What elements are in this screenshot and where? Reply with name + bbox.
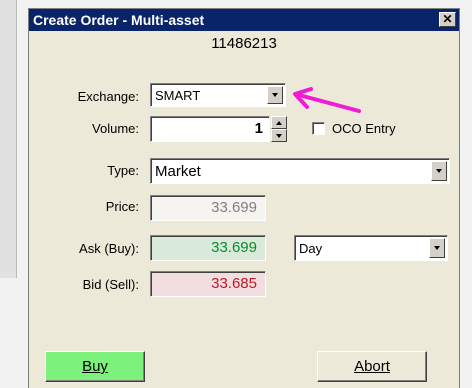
volume-spin-up-button[interactable] bbox=[271, 116, 287, 129]
arrow-annotation-icon bbox=[293, 87, 361, 113]
oco-entry-checkbox[interactable] bbox=[312, 122, 325, 135]
time-in-force-dropdown-button[interactable] bbox=[429, 238, 445, 258]
order-type-select[interactable]: Market bbox=[150, 158, 450, 184]
ask-price-field: 33.699 bbox=[150, 235, 266, 261]
buy-button-label: Buy bbox=[82, 358, 108, 375]
background-panel bbox=[0, 0, 17, 278]
time-in-force-value: Day bbox=[299, 240, 323, 256]
volume-label: Volume: bbox=[92, 121, 139, 136]
close-icon: ✕ bbox=[442, 12, 453, 26]
order-type-dropdown-button[interactable] bbox=[431, 161, 447, 181]
order-id: 11486213 bbox=[211, 35, 277, 52]
close-button[interactable]: ✕ bbox=[439, 12, 456, 27]
buy-button[interactable]: Buy bbox=[45, 351, 145, 382]
spin-down-icon bbox=[276, 133, 282, 138]
type-label: Type: bbox=[107, 163, 139, 178]
chevron-down-icon bbox=[436, 169, 442, 173]
bid-price-field: 33.685 bbox=[150, 271, 266, 297]
spin-up-icon bbox=[276, 120, 282, 125]
exchange-dropdown-button[interactable] bbox=[267, 86, 283, 104]
window-title: Create Order - Multi-asset bbox=[33, 12, 205, 28]
exchange-value: SMART bbox=[155, 87, 201, 103]
order-type-value: Market bbox=[155, 162, 201, 180]
exchange-select[interactable]: SMART bbox=[150, 83, 286, 107]
price-field[interactable]: 33.699 bbox=[150, 195, 266, 221]
chevron-down-icon bbox=[272, 93, 278, 97]
exchange-label: Exchange: bbox=[77, 89, 139, 104]
abort-button[interactable]: Abort bbox=[317, 351, 427, 382]
title-bar: Create Order - Multi-asset ✕ bbox=[29, 9, 459, 31]
oco-entry-label: OCO Entry bbox=[332, 121, 396, 136]
ask-label: Ask (Buy): bbox=[79, 241, 139, 256]
volume-input[interactable]: 1 bbox=[150, 116, 270, 142]
time-in-force-select[interactable]: Day bbox=[294, 235, 448, 261]
order-dialog: Create Order - Multi-asset ✕ 11486213 Ex… bbox=[28, 8, 460, 388]
abort-button-label: Abort bbox=[354, 358, 390, 375]
bid-label: Bid (Sell): bbox=[82, 277, 139, 292]
price-label: Price: bbox=[105, 199, 139, 214]
chevron-down-icon bbox=[434, 246, 440, 250]
volume-spin-down-button[interactable] bbox=[271, 129, 287, 142]
